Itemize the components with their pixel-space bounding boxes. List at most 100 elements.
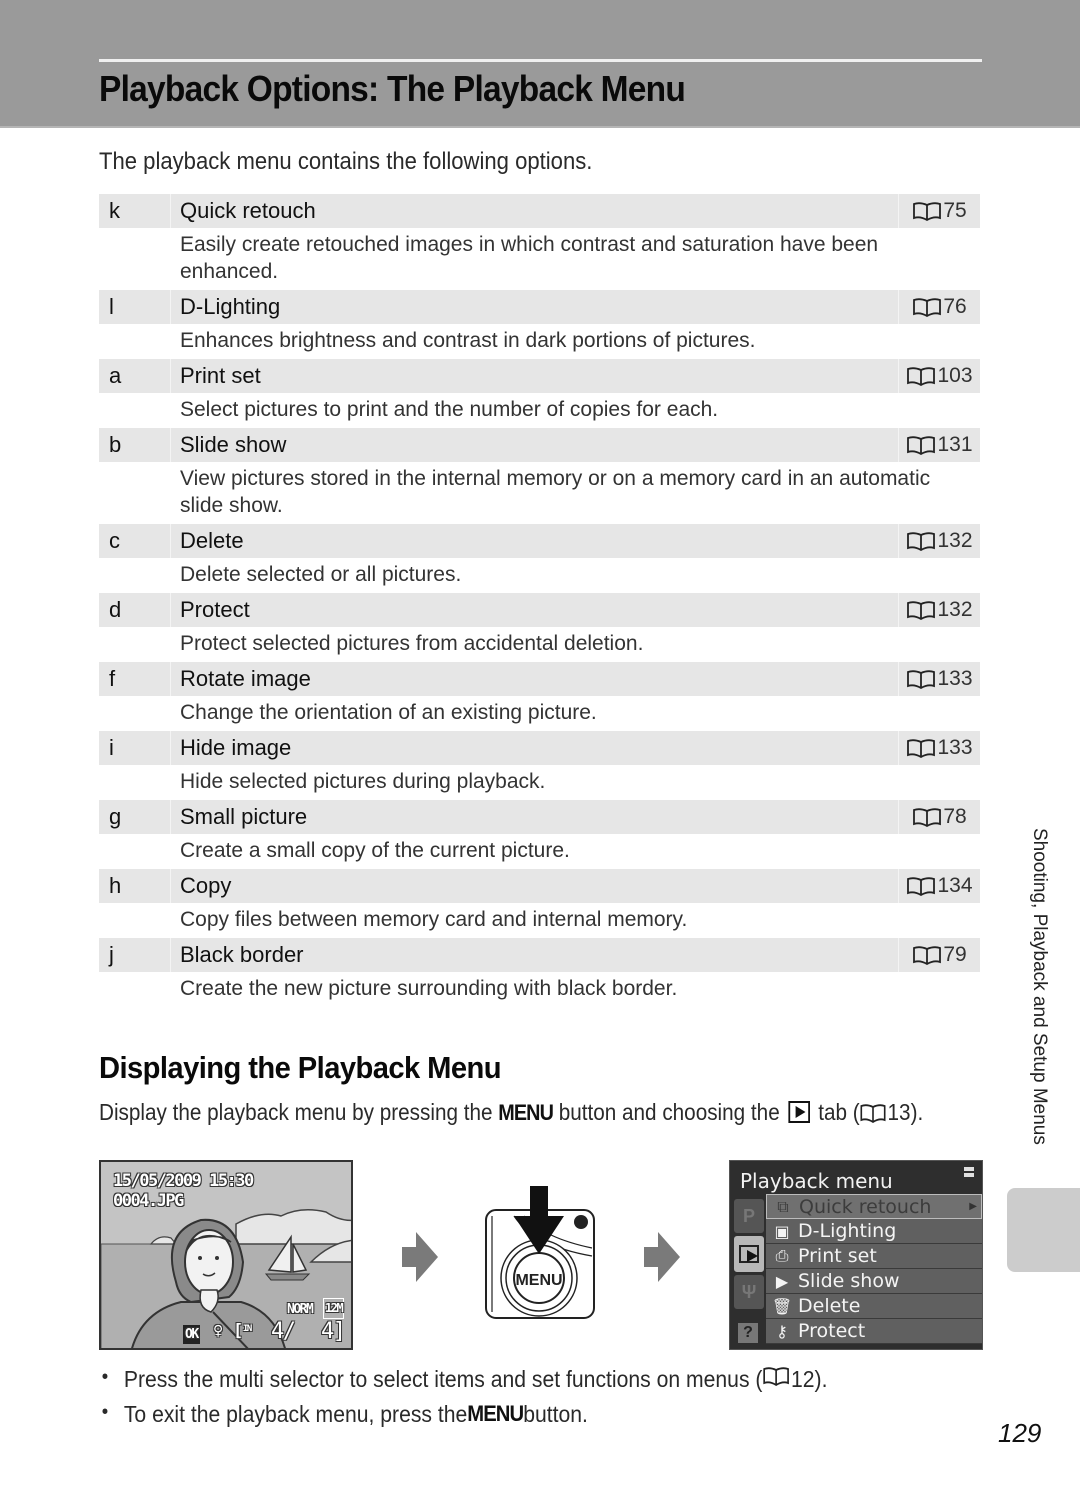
option-ref-page: 134 bbox=[937, 874, 973, 897]
option-row: b Slide show 131 bbox=[99, 428, 980, 462]
option-page-ref[interactable]: 132 bbox=[898, 593, 980, 627]
slide-show-icon: ▶ bbox=[775, 1271, 789, 1291]
option-icon: d bbox=[99, 593, 171, 627]
option-row: g Small picture 78 bbox=[99, 800, 980, 834]
bullet-item: • Press the multi selector to select ite… bbox=[99, 1366, 828, 1401]
camera-menu-item[interactable]: ⚷ Protect bbox=[766, 1319, 982, 1344]
option-name: Delete bbox=[180, 528, 244, 553]
playback-tab-icon bbox=[788, 1101, 810, 1123]
section-text-part: ). bbox=[910, 1099, 924, 1125]
side-thumb-tab[interactable] bbox=[1007, 1188, 1080, 1272]
arrow-right-icon bbox=[644, 1232, 680, 1282]
delete-icon: 🗑 bbox=[771, 1296, 793, 1316]
camera-menu-item-label: Delete bbox=[798, 1295, 861, 1317]
option-name: Hide image bbox=[180, 735, 292, 760]
lcd-frame-number: 4/ bbox=[271, 1319, 296, 1344]
camera-menu-item-label: Slide show bbox=[798, 1270, 900, 1292]
d-lighting-icon: ▣ bbox=[774, 1221, 790, 1241]
options-table: k Quick retouch 75 Easily create retouched … bbox=[99, 194, 980, 1007]
camera-menu-item[interactable]: 🗑 Delete bbox=[766, 1294, 982, 1319]
camera-menu-button-illustration: MENU bbox=[485, 1186, 595, 1319]
option-description: Copy files between memory card and inter… bbox=[180, 908, 688, 931]
camera-menu-label: MENU bbox=[515, 1272, 562, 1289]
camera-menu-item[interactable]: ▣ D-Lighting bbox=[766, 1219, 982, 1244]
bullet-list: • Press the multi selector to select ite… bbox=[99, 1366, 891, 1436]
option-icon: f bbox=[99, 662, 171, 696]
section-ref: 13 bbox=[887, 1099, 911, 1125]
option-page-ref[interactable]: 103 bbox=[898, 359, 980, 393]
option-row: f Rotate image 133 bbox=[99, 662, 980, 696]
option-name: Copy bbox=[180, 873, 232, 898]
option-description: View pictures stored in the internal mem… bbox=[180, 467, 931, 517]
option-page-ref[interactable]: 132 bbox=[898, 524, 980, 558]
option-icon: a bbox=[99, 359, 171, 393]
bullet-item: • To exit the playback menu, press the M… bbox=[99, 1401, 827, 1436]
option-icon: k bbox=[99, 194, 171, 228]
option-description: Select pictures to print and the number … bbox=[180, 398, 719, 421]
option-page-ref[interactable]: 76 bbox=[898, 290, 980, 324]
option-page-ref[interactable]: 78 bbox=[898, 800, 980, 834]
battery-icon bbox=[964, 1167, 974, 1177]
lcd-memory-bracket: [ bbox=[233, 1321, 243, 1341]
option-icon: j bbox=[99, 938, 171, 972]
camera-menu-item[interactable]: ▶ Slide show bbox=[766, 1269, 982, 1294]
help-icon[interactable]: ? bbox=[738, 1323, 758, 1343]
option-name: Protect bbox=[180, 597, 250, 622]
section-text-part: Display the playback menu by pressing th… bbox=[99, 1099, 499, 1125]
option-ref-page: 132 bbox=[937, 529, 973, 552]
camera-menu-item[interactable]: ⎙ Print set bbox=[766, 1244, 982, 1269]
menu-button-glyph: MENU bbox=[467, 1401, 524, 1426]
option-row: a Print set 103 bbox=[99, 359, 980, 393]
arrow-right-icon bbox=[402, 1232, 438, 1282]
book-reference-icon bbox=[907, 601, 936, 620]
lcd-ok-icon: OK bbox=[183, 1325, 200, 1344]
book-reference-icon bbox=[907, 670, 936, 689]
option-page-ref[interactable]: 75 bbox=[898, 194, 980, 228]
setup-tab-wrench-icon[interactable]: Ψ bbox=[734, 1275, 764, 1309]
playback-tab-icon[interactable] bbox=[734, 1236, 764, 1272]
option-page-ref[interactable]: 134 bbox=[898, 869, 980, 903]
page-title: Playback Options: The Playback Menu bbox=[99, 68, 686, 109]
option-page-ref[interactable]: 133 bbox=[898, 731, 980, 765]
option-page-ref[interactable]: 79 bbox=[898, 938, 980, 972]
option-description: Enhances brightness and contrast in dark… bbox=[180, 329, 756, 352]
option-ref-page: 79 bbox=[943, 943, 967, 966]
option-ref-page: 78 bbox=[943, 805, 967, 828]
option-name: Slide show bbox=[180, 432, 287, 457]
shooting-tab-icon[interactable]: P bbox=[734, 1199, 764, 1233]
bullet-dot: • bbox=[101, 1401, 109, 1423]
camera-menu-title: Playback menu bbox=[740, 1169, 893, 1193]
bullet-text: Press the multi selector to select items… bbox=[123, 1366, 763, 1392]
option-description: Create the new picture surrounding with … bbox=[180, 977, 678, 1000]
bullet-ref: 12 bbox=[790, 1366, 815, 1392]
lcd-total-frames: 4] bbox=[321, 1319, 346, 1344]
option-description: Delete selected or all pictures. bbox=[180, 563, 462, 586]
camera-menu-item[interactable]: ⧉ Quick retouch ▶ bbox=[766, 1194, 982, 1219]
option-description: Protect selected pictures from accidenta… bbox=[180, 632, 644, 655]
option-row: c Delete 132 bbox=[99, 524, 980, 558]
lcd-filename: 0004.JPG bbox=[113, 1191, 184, 1211]
book-reference-icon bbox=[907, 367, 936, 386]
camera-menu-tabs: P Ψ bbox=[734, 1199, 766, 1312]
option-name: Black border bbox=[180, 942, 304, 967]
section-text-part: button and choosing the bbox=[552, 1099, 786, 1125]
option-icon: g bbox=[99, 800, 171, 834]
protect-icon: ⚷ bbox=[776, 1321, 788, 1341]
camera-menu-item-label: D-Lighting bbox=[798, 1220, 897, 1242]
submenu-arrow-icon: ▶ bbox=[969, 1201, 977, 1212]
side-tab-label: Shooting, Playback and Setup Menus bbox=[1029, 828, 1050, 1145]
option-page-ref[interactable]: 133 bbox=[898, 662, 980, 696]
book-reference-icon bbox=[913, 298, 942, 317]
option-icon: i bbox=[99, 731, 171, 765]
option-name: Print set bbox=[180, 363, 261, 388]
camera-playback-menu-screen: Playback menu P Ψ ? ⧉ Quick retouch ▶ ▣ D-Li… bbox=[729, 1160, 983, 1350]
camera-menu-item-label: Quick retouch bbox=[799, 1195, 932, 1218]
section-text-part: tab ( bbox=[812, 1099, 860, 1125]
option-name: Quick retouch bbox=[180, 198, 316, 223]
bullet-text: To exit the playback menu, press the bbox=[123, 1401, 468, 1427]
book-reference-icon bbox=[913, 202, 942, 221]
option-icon: c bbox=[99, 524, 171, 558]
option-row: l D-Lighting 76 bbox=[99, 290, 980, 324]
quick-retouch-icon: ⧉ bbox=[777, 1196, 789, 1216]
option-page-ref[interactable]: 131 bbox=[898, 428, 980, 462]
